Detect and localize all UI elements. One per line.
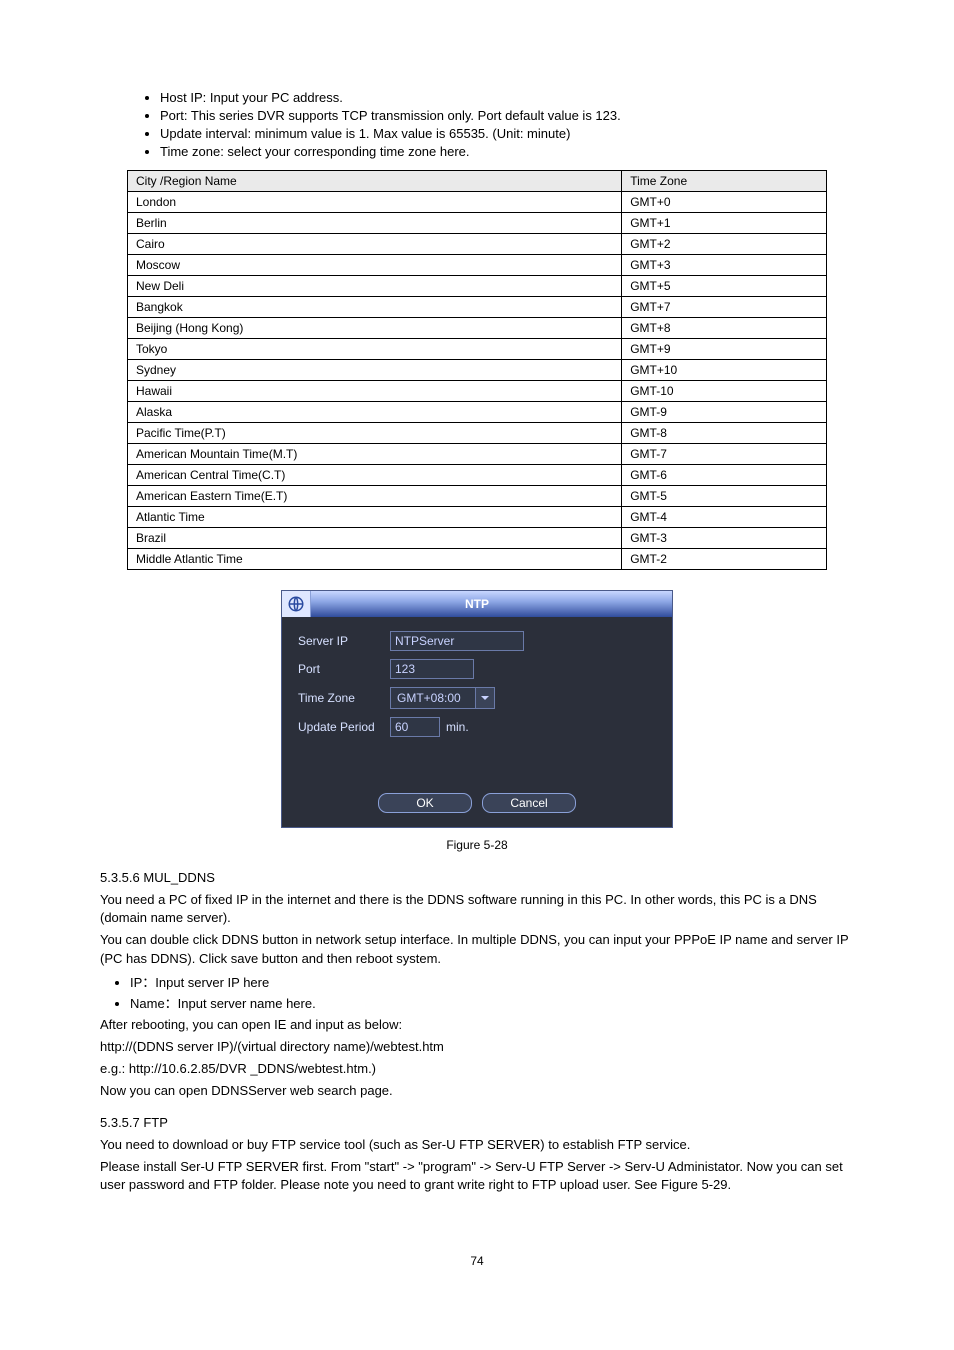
chevron-down-icon	[475, 688, 494, 708]
bullet: Time zone: select your corresponding tim…	[160, 144, 854, 160]
ntp-titlebar[interactable]: NTP	[282, 591, 672, 617]
th-city: City /Region Name	[128, 171, 622, 192]
label-updateperiod: Update Period	[298, 720, 390, 734]
para: You need a PC of fixed IP in the interne…	[100, 891, 854, 927]
serverip-input[interactable]	[390, 631, 524, 651]
label-serverip: Server IP	[298, 634, 390, 648]
para: You can double click DDNS button in netw…	[100, 931, 854, 967]
label-timezone: Time Zone	[298, 691, 390, 705]
table-row: CairoGMT+2	[128, 234, 827, 255]
unit-min: min.	[446, 720, 469, 734]
timezone-value: GMT+08:00	[391, 688, 475, 708]
table-row: TokyoGMT+9	[128, 339, 827, 360]
para: Now you can open DDNSServer web search p…	[100, 1082, 854, 1100]
para: e.g.: http://10.6.2.85/DVR _DDNS/webtest…	[100, 1060, 854, 1078]
table-row: HawaiiGMT-10	[128, 381, 827, 402]
table-row: American Central Time(C.T)GMT-6	[128, 465, 827, 486]
port-input[interactable]	[390, 659, 474, 679]
th-tz: Time Zone	[622, 171, 827, 192]
ntp-dialog: NTP Server IP Port Time Zone GMT+08:00	[281, 590, 673, 828]
bullet: Port: This series DVR supports TCP trans…	[160, 108, 854, 124]
ddns-sublist: IP：Input server IP here Name：Input serve…	[100, 972, 854, 1012]
table-row: Atlantic TimeGMT-4	[128, 507, 827, 528]
table-row: BrazilGMT-3	[128, 528, 827, 549]
bullet: Host IP: Input your PC address.	[160, 90, 854, 106]
table-row: BerlinGMT+1	[128, 213, 827, 234]
table-row: LondonGMT+0	[128, 192, 827, 213]
ntp-param-bullets: Host IP: Input your PC address. Port: Th…	[100, 90, 854, 160]
list-item: IP：Input server IP here	[130, 972, 854, 991]
page-number: 74	[100, 1254, 854, 1268]
table-row: MoscowGMT+3	[128, 255, 827, 276]
para: You need to download or buy FTP service …	[100, 1136, 854, 1154]
timezone-select[interactable]: GMT+08:00	[390, 687, 495, 709]
table-row: AlaskaGMT-9	[128, 402, 827, 423]
table-row: American Mountain Time(M.T)GMT-7	[128, 444, 827, 465]
para: http://(DDNS server IP)/(virtual directo…	[100, 1038, 854, 1056]
table-row: SydneyGMT+10	[128, 360, 827, 381]
network-icon	[282, 591, 311, 617]
table-row: Pacific Time(P.T)GMT-8	[128, 423, 827, 444]
label-port: Port	[298, 662, 390, 676]
section-ftp: 5.3.5.7 FTP	[100, 1115, 854, 1130]
ok-button[interactable]: OK	[378, 793, 472, 813]
list-item: Name：Input server name here.	[130, 993, 854, 1012]
updateperiod-input[interactable]	[390, 717, 440, 737]
figure-caption: Figure 5-28	[100, 838, 854, 852]
section-mulddns: 5.3.5.6 MUL_DDNS	[100, 870, 854, 885]
table-row: BangkokGMT+7	[128, 297, 827, 318]
table-row: American Eastern Time(E.T)GMT-5	[128, 486, 827, 507]
table-row: Middle Atlantic TimeGMT-2	[128, 549, 827, 570]
para: After rebooting, you can open IE and inp…	[100, 1016, 854, 1034]
cancel-button[interactable]: Cancel	[482, 793, 576, 813]
timezone-table: City /Region Name Time Zone LondonGMT+0 …	[127, 170, 827, 570]
dialog-title: NTP	[282, 597, 672, 611]
table-row: Beijing (Hong Kong)GMT+8	[128, 318, 827, 339]
bullet: Update interval: minimum value is 1. Max…	[160, 126, 854, 142]
para: Please install Ser-U FTP SERVER first. F…	[100, 1158, 854, 1194]
table-row: New DeliGMT+5	[128, 276, 827, 297]
